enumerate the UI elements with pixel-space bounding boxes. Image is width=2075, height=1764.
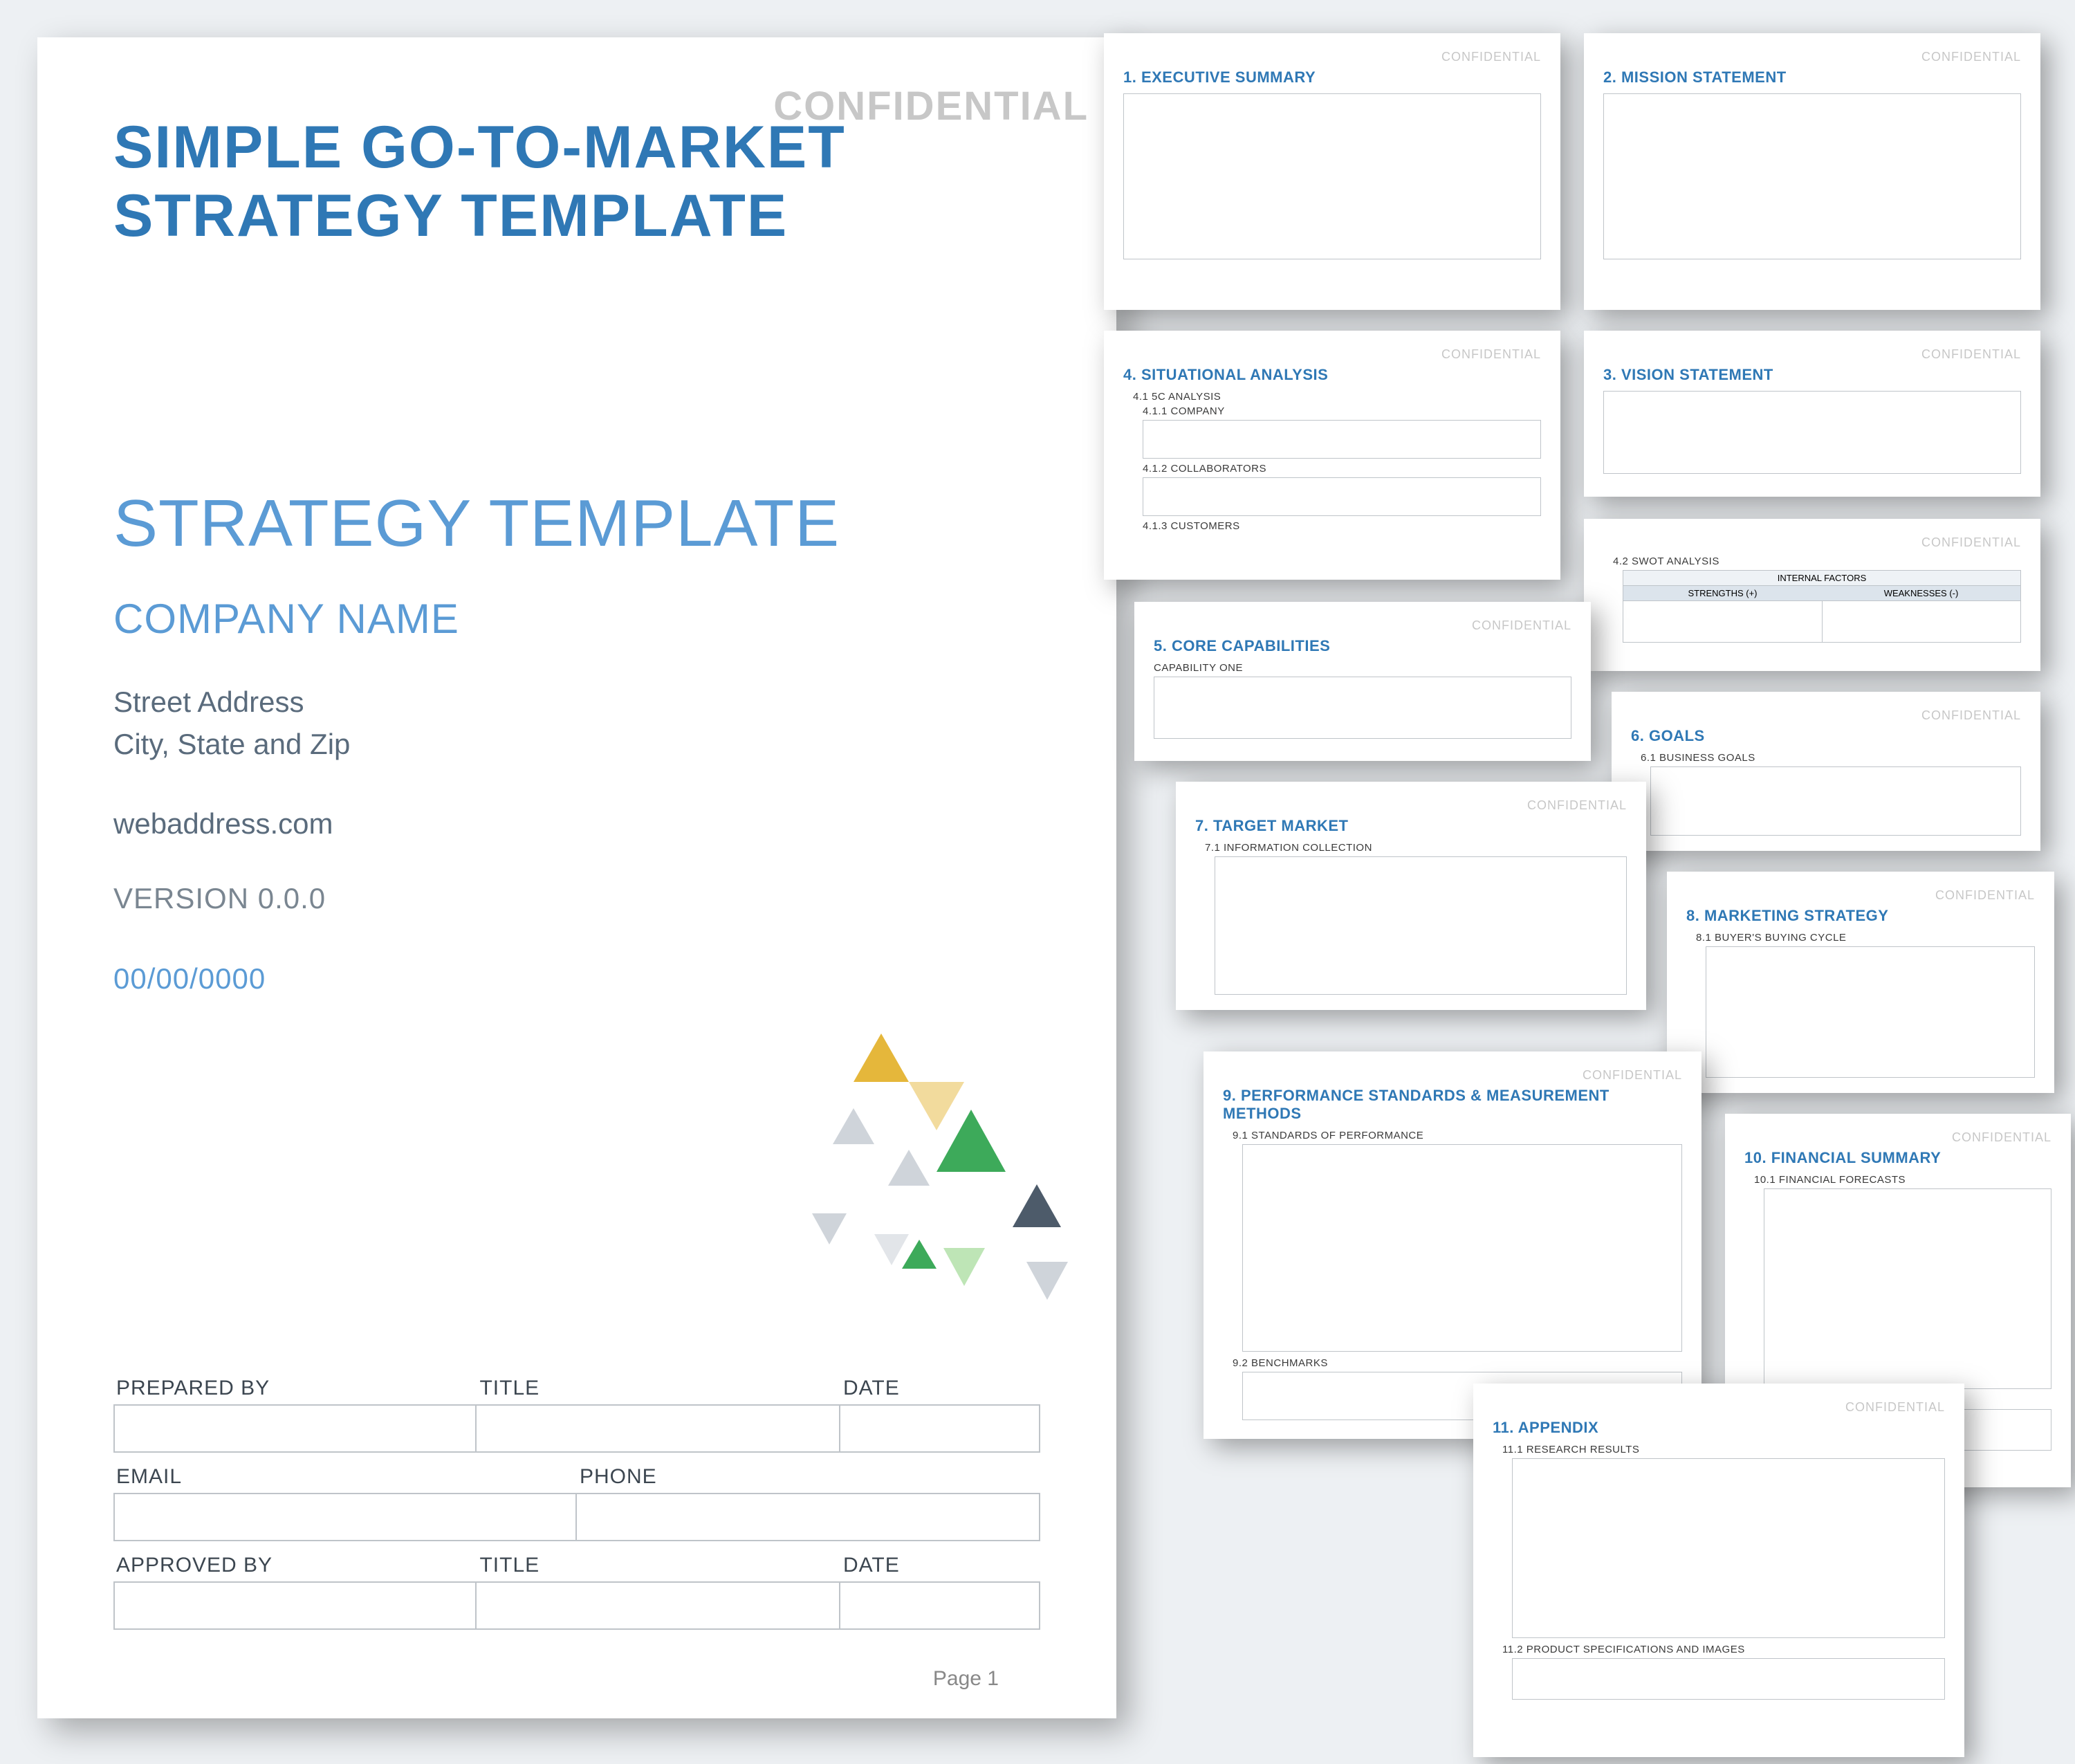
sub-prodspec: 11.2 PRODUCT SPECIFICATIONS AND IMAGES — [1502, 1644, 1945, 1655]
thumb-appendix: CONFIDENTIAL 11. APPENDIX 11.1 RESEARCH … — [1473, 1384, 1964, 1757]
content-box[interactable] — [1242, 1144, 1682, 1352]
label-phone: PHONE — [577, 1458, 1040, 1493]
thumb-executive-summary: CONFIDENTIAL 1. EXECUTIVE SUMMARY — [1104, 33, 1560, 310]
swot-header-strengths: STRENGTHS (+) — [1623, 586, 1822, 600]
confidential-label: CONFIDENTIAL — [1603, 347, 2021, 362]
thumb-target-market: CONFIDENTIAL 7. TARGET MARKET 7.1 INFORM… — [1176, 782, 1646, 1010]
sub-customers: 4.1.3 CUSTOMERS — [1143, 520, 1541, 532]
confidential-label: CONFIDENTIAL — [1195, 798, 1627, 813]
content-box[interactable] — [1154, 677, 1571, 739]
confidential-label: CONFIDENTIAL — [1631, 708, 2021, 723]
confidential-label: CONFIDENTIAL — [1686, 888, 2035, 903]
content-box[interactable] — [1603, 391, 2021, 474]
input-date-1[interactable] — [840, 1404, 1040, 1453]
content-box[interactable] — [1650, 766, 2021, 836]
content-box[interactable] — [1123, 93, 1541, 259]
content-box[interactable] — [1512, 1658, 1945, 1700]
thumb-swot: CONFIDENTIAL 4.2 SWOT ANALYSIS INTERNAL … — [1584, 519, 2040, 671]
version-label: VERSION 0.0.0 — [113, 882, 1040, 915]
sub-forecasts: 10.1 FINANCIAL FORECASTS — [1754, 1174, 2051, 1186]
section-title: 2. MISSION STATEMENT — [1603, 68, 2021, 86]
label-prepared-by: PREPARED BY — [113, 1370, 477, 1404]
section-title: 11. APPENDIX — [1493, 1419, 1945, 1437]
swot-cells[interactable] — [1623, 601, 2021, 643]
sub-research: 11.1 RESEARCH RESULTS — [1502, 1444, 1945, 1455]
content-box[interactable] — [1512, 1458, 1945, 1638]
street-address: Street Address — [113, 681, 1040, 724]
section-title: 5. CORE CAPABILITIES — [1154, 637, 1571, 655]
section-title: 6. GOALS — [1631, 727, 2021, 745]
sub-buying-cycle: 8.1 BUYER'S BUYING CYCLE — [1696, 932, 2035, 944]
label-title-1: TITLE — [477, 1370, 840, 1404]
input-date-2[interactable] — [840, 1581, 1040, 1630]
sub-benchmarks: 9.2 BENCHMARKS — [1233, 1357, 1682, 1369]
sub-5c: 4.1 5C ANALYSIS — [1133, 391, 1541, 403]
swot-header-weaknesses: WEAKNESSES (-) — [1822, 586, 2020, 600]
sub-cap: CAPABILITY ONE — [1154, 662, 1571, 674]
section-title: 9. PERFORMANCE STANDARDS & MEASUREMENT M… — [1223, 1087, 1682, 1123]
input-title-1[interactable] — [477, 1404, 840, 1453]
input-email[interactable] — [113, 1493, 577, 1541]
label-date-1: DATE — [840, 1370, 1040, 1404]
input-approved-by[interactable] — [113, 1581, 477, 1630]
confidential-label: CONFIDENTIAL — [1603, 50, 2021, 64]
signoff-block: PREPARED BY TITLE DATE EMAIL PHONE — [113, 1370, 1040, 1635]
content-box[interactable] — [1143, 477, 1541, 516]
page-number: Page 1 — [933, 1667, 999, 1691]
sub-standards: 9.1 STANDARDS OF PERFORMANCE — [1233, 1130, 1682, 1141]
confidential-label: CONFIDENTIAL — [1154, 618, 1571, 633]
thumb-goals: CONFIDENTIAL 6. GOALS 6.1 BUSINESS GOALS — [1612, 692, 2040, 851]
content-box[interactable] — [1764, 1188, 2051, 1389]
sub-business-goals: 6.1 BUSINESS GOALS — [1641, 752, 2021, 764]
confidential-label: CONFIDENTIAL — [1744, 1130, 2051, 1145]
thumb-core-capabilities: CONFIDENTIAL 5. CORE CAPABILITIES CAPABI… — [1134, 602, 1591, 761]
company-name: COMPANY NAME — [113, 595, 1040, 643]
label-date-2: DATE — [840, 1547, 1040, 1581]
sub-company: 4.1.1 COMPANY — [1143, 405, 1541, 417]
thumb-performance-standards: CONFIDENTIAL 9. PERFORMANCE STANDARDS & … — [1204, 1051, 1702, 1439]
section-title: 7. TARGET MARKET — [1195, 817, 1627, 835]
section-title: 8. MARKETING STRATEGY — [1686, 907, 2035, 925]
sub-collaborators: 4.1.2 COLLABORATORS — [1143, 463, 1541, 475]
input-title-2[interactable] — [477, 1581, 840, 1630]
confidential-label: CONFIDENTIAL — [1223, 1068, 1682, 1083]
content-box[interactable] — [1215, 856, 1627, 995]
section-title: 10. FINANCIAL SUMMARY — [1744, 1149, 2051, 1167]
confidential-label: CONFIDENTIAL — [1123, 347, 1541, 362]
confidential-label: CONFIDENTIAL — [1603, 535, 2021, 550]
content-box[interactable] — [1143, 420, 1541, 459]
section-title: 4. SITUATIONAL ANALYSIS — [1123, 366, 1541, 384]
confidential-watermark: CONFIDENTIAL — [773, 83, 1089, 129]
doc-date: 00/00/0000 — [113, 962, 1040, 995]
confidential-label: CONFIDENTIAL — [1123, 50, 1541, 64]
swot-caption: INTERNAL FACTORS — [1623, 570, 2021, 585]
thumb-marketing-strategy: CONFIDENTIAL 8. MARKETING STRATEGY 8.1 B… — [1667, 872, 2054, 1093]
doc-title-line2: STRATEGY TEMPLATE — [113, 182, 1040, 250]
confidential-label: CONFIDENTIAL — [1493, 1400, 1945, 1415]
company-address: Street Address City, State and Zip — [113, 681, 1040, 766]
sub-info-collection: 7.1 INFORMATION COLLECTION — [1205, 842, 1627, 854]
input-phone[interactable] — [577, 1493, 1040, 1541]
content-box[interactable] — [1603, 93, 2021, 259]
section-title: 1. EXECUTIVE SUMMARY — [1123, 68, 1541, 86]
city-state-zip: City, State and Zip — [113, 724, 1040, 766]
label-title-2: TITLE — [477, 1547, 840, 1581]
content-box[interactable] — [1706, 946, 2035, 1078]
doc-subtitle: STRATEGY TEMPLATE — [113, 486, 1040, 562]
sub-swot: 4.2 SWOT ANALYSIS — [1613, 555, 2021, 567]
label-approved-by: APPROVED BY — [113, 1547, 477, 1581]
web-address: webaddress.com — [113, 807, 1040, 840]
input-prepared-by[interactable] — [113, 1404, 477, 1453]
thumb-situational-analysis: CONFIDENTIAL 4. SITUATIONAL ANALYSIS 4.1… — [1104, 331, 1560, 580]
section-title: 3. VISION STATEMENT — [1603, 366, 2021, 384]
thumb-vision-statement: CONFIDENTIAL 3. VISION STATEMENT — [1584, 331, 2040, 497]
thumb-mission-statement: CONFIDENTIAL 2. MISSION STATEMENT — [1584, 33, 2040, 310]
label-email: EMAIL — [113, 1458, 577, 1493]
doc-title: SIMPLE GO-TO-MARKET STRATEGY TEMPLATE — [113, 113, 1040, 250]
swot-header-row: STRENGTHS (+) WEAKNESSES (-) — [1623, 585, 2021, 601]
triangle-art-icon — [771, 937, 1130, 1352]
cover-page: CONFIDENTIAL SIMPLE GO-TO-MARKET STRATEG… — [37, 37, 1116, 1718]
